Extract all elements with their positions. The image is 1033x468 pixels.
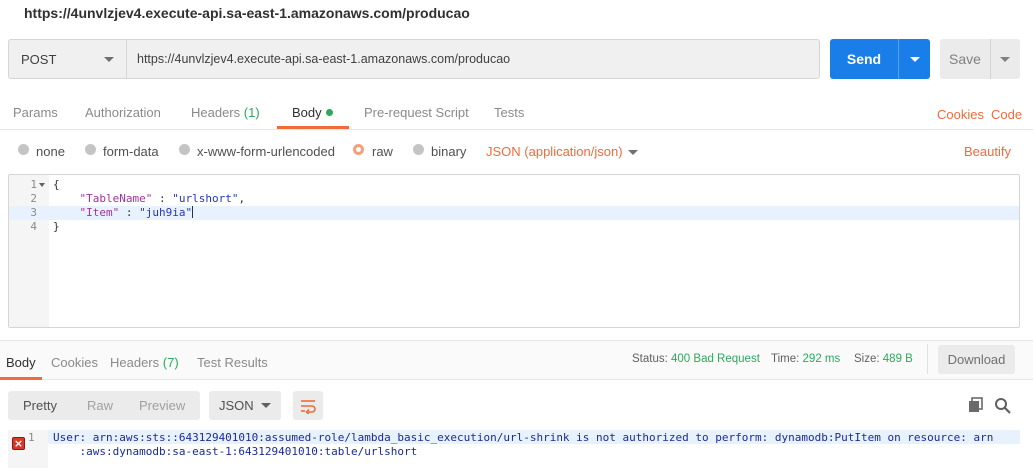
code-text: "TableName" : "urlshort", [53, 192, 246, 206]
response-tab-headers[interactable]: Headers (7) [110, 355, 179, 370]
content-type-select[interactable]: JSON (application/json) [486, 144, 623, 159]
fold-arrow-icon[interactable] [39, 183, 45, 187]
pretty-button[interactable]: Pretty [23, 398, 57, 413]
cookies-link[interactable]: Cookies [937, 107, 984, 122]
wrap-icon [301, 399, 316, 414]
editor-line: 1 { [9, 178, 1019, 192]
editor-line: 2 "TableName" : "urlshort", [9, 192, 1019, 206]
radio-none[interactable] [18, 144, 29, 155]
json-value: "urlshort" [172, 192, 239, 205]
line-number: 1 [30, 178, 37, 191]
tab-prerequest-script[interactable]: Pre-request Script [364, 105, 469, 120]
response-format-select[interactable]: JSON [209, 391, 281, 420]
json-key: "Item" [79, 206, 120, 219]
tab-body-label: Body [292, 105, 322, 120]
size-value: 489 B [882, 353, 913, 365]
chevron-down-icon [1000, 57, 1010, 62]
response-tab-test-results[interactable]: Test Results [197, 355, 268, 370]
size-label: Size: [854, 353, 880, 365]
radio-none-label: none [36, 144, 65, 159]
error-icon: × [12, 437, 25, 450]
tab-headers-label: Headers [191, 105, 241, 120]
method-select[interactable]: POST [9, 40, 127, 78]
body-type-options: none form-data x-www-form-urlencoded raw… [0, 142, 1033, 162]
url-input[interactable]: https://4unvlzjev4.execute-api.sa-east-1… [127, 40, 819, 78]
time-value: 292 ms [802, 353, 841, 365]
radio-raw[interactable] [353, 144, 364, 155]
time-label: Time: [771, 353, 800, 365]
tab-params[interactable]: Params [13, 105, 58, 120]
chevron-down-icon [910, 57, 920, 62]
json-value: "juh9ia" [139, 206, 193, 219]
radio-form-data[interactable] [85, 144, 96, 155]
json-separator: : [119, 206, 140, 219]
beautify-link[interactable]: Beautify [964, 144, 1011, 159]
tab-body[interactable]: Body [292, 105, 333, 120]
code-text: { [53, 178, 60, 191]
send-button[interactable]: Send [830, 39, 898, 79]
response-tab-headers-count: (7) [162, 355, 179, 370]
window-title: https://4unvlzjev4.execute-api.sa-east-1… [24, 5, 470, 21]
raw-button[interactable]: Raw [87, 398, 113, 413]
body-editor[interactable]: 1 { 2 "TableName" : "urlshort", 3 "Item"… [8, 174, 1020, 328]
code-text: } [53, 220, 60, 233]
json-key: "TableName" [79, 192, 153, 205]
line-number: 3 [30, 206, 37, 219]
request-bar: POST https://4unvlzjev4.execute-api.sa-e… [8, 39, 820, 79]
editor-line: 4 } [9, 220, 1019, 234]
status-value: 400 Bad Request [671, 353, 760, 365]
preview-button[interactable]: Preview [139, 398, 185, 413]
chevron-down-icon [261, 403, 271, 408]
chevron-down-icon [104, 57, 114, 62]
response-format-label: JSON [219, 398, 254, 413]
radio-urlencoded-label: x-www-form-urlencoded [197, 144, 335, 159]
line-number: 4 [30, 220, 37, 233]
copy-icon[interactable] [966, 396, 986, 416]
wrap-lines-button[interactable] [293, 391, 323, 420]
code-text: "Item" : "juh9ia" [53, 206, 194, 220]
response-body[interactable]: × 1 User: arn:aws:sts::643129401010:assu… [8, 430, 1020, 468]
output-text-line: :aws:dynamodb:sa-east-1:643129401010:tab… [53, 445, 418, 458]
json-separator: : [152, 192, 173, 205]
divider [927, 344, 928, 374]
save-button[interactable]: Save [940, 39, 990, 79]
json-comma: , [238, 192, 246, 205]
text-cursor [192, 206, 194, 218]
tab-authorization[interactable]: Authorization [85, 105, 161, 120]
radio-binary[interactable] [413, 144, 424, 155]
line-number: 2 [30, 192, 37, 205]
download-button[interactable]: Download [938, 345, 1015, 374]
request-tabs: Params Authorization Headers (1) Body Pr… [0, 98, 1033, 130]
editor-line-active: 3 "Item" : "juh9ia" [9, 206, 1019, 220]
view-mode-group: Pretty Raw Preview [8, 391, 200, 420]
radio-urlencoded[interactable] [179, 144, 190, 155]
method-label: POST [21, 51, 57, 67]
radio-binary-label: binary [431, 144, 467, 159]
chevron-down-icon[interactable] [628, 150, 638, 155]
response-tab-cookies[interactable]: Cookies [51, 355, 98, 370]
send-options-button[interactable] [898, 39, 930, 79]
output-text-line: User: arn:aws:sts::643129401010:assumed-… [53, 431, 994, 444]
tab-headers[interactable]: Headers (1) [191, 105, 260, 120]
save-button-group: Save [940, 39, 1020, 79]
radio-form-data-label: form-data [103, 144, 159, 159]
tab-headers-count: (1) [243, 105, 260, 120]
search-icon[interactable] [993, 396, 1013, 416]
time-readout: Time: 292 ms [771, 353, 840, 365]
code-link[interactable]: Code [991, 107, 1022, 122]
status-readout: Status: 400 Bad Request [632, 353, 760, 365]
save-options-button[interactable] [990, 39, 1020, 79]
active-tab-indicator [277, 126, 349, 129]
status-label: Status: [632, 353, 668, 365]
active-dot-icon [325, 109, 333, 116]
tab-tests[interactable]: Tests [494, 105, 524, 120]
response-tab-headers-label: Headers [110, 355, 160, 370]
response-tab-body[interactable]: Body [6, 355, 36, 370]
radio-raw-label: raw [372, 144, 393, 159]
size-readout: Size: 489 B [854, 353, 913, 365]
send-button-group: Send [830, 39, 930, 79]
output-line-number: 1 [28, 431, 35, 444]
active-response-tab-indicator [0, 377, 42, 380]
